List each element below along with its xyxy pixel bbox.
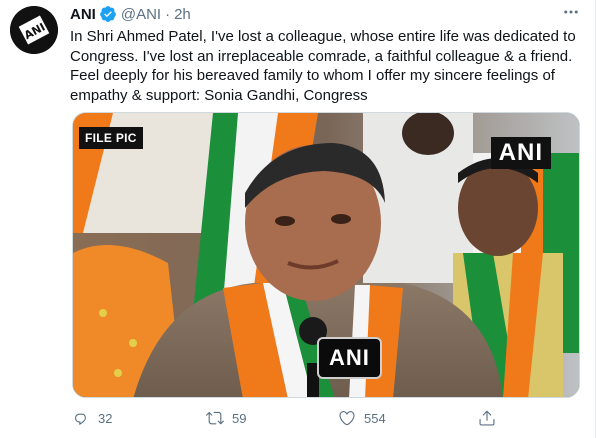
verified-badge-icon xyxy=(99,5,117,23)
reply-count: 32 xyxy=(98,410,113,426)
like-button[interactable]: 554 xyxy=(334,409,386,427)
retweet-icon xyxy=(206,411,224,425)
avatar[interactable]: ANI xyxy=(10,6,58,54)
author-name[interactable]: ANI xyxy=(70,6,96,23)
file-pic-label: FILE PIC xyxy=(79,127,143,149)
like-count: 554 xyxy=(364,410,386,426)
tweet-card[interactable]: ANI ANI @ANI · 2h In Shri Ahmed Patel, I… xyxy=(0,0,596,438)
retweet-count: 59 xyxy=(232,410,247,426)
tweet-text: In Shri Ahmed Patel, I've lost a colleag… xyxy=(70,28,576,104)
author-handle[interactable]: @ANI xyxy=(121,6,161,23)
ani-logo: ANI xyxy=(10,6,58,54)
share-button[interactable] xyxy=(474,409,504,427)
more-options-icon[interactable] xyxy=(559,2,583,22)
reply-icon xyxy=(75,413,86,425)
separator-dot: · xyxy=(165,5,171,23)
tweet-header: ANI @ANI · 2h xyxy=(70,4,585,24)
tweet-photo[interactable]: FILE PIC ANI ANI xyxy=(72,112,580,398)
like-icon xyxy=(339,411,355,426)
retweet-button[interactable]: 59 xyxy=(202,409,246,427)
tweet-time[interactable]: 2h xyxy=(174,6,191,23)
share-icon xyxy=(479,410,495,426)
mic-flag-label: ANI xyxy=(317,337,382,379)
ani-watermark: ANI xyxy=(490,137,551,169)
reply-button[interactable]: 32 xyxy=(68,409,112,427)
tweet-actions: 32 59 554 xyxy=(68,404,508,432)
